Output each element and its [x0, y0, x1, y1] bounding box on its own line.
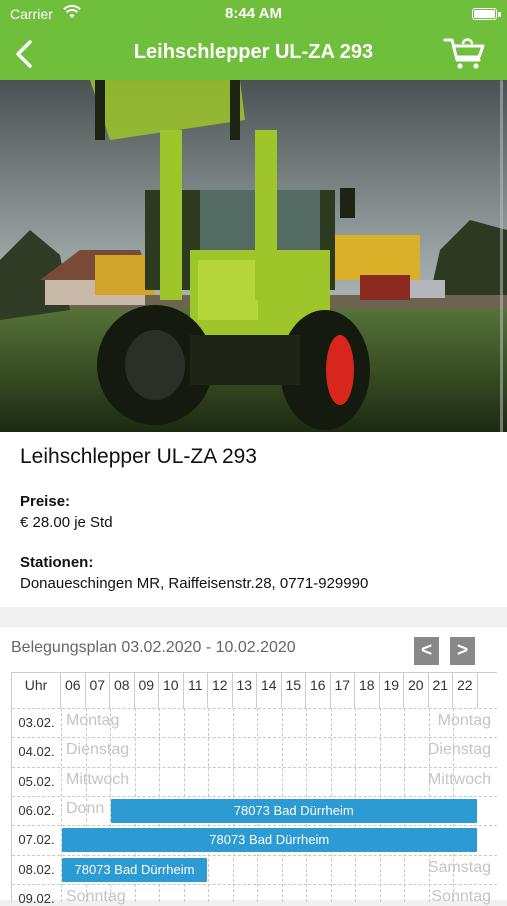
row-date: 09.02. — [18, 890, 55, 906]
hour-header: 14 — [257, 673, 282, 708]
product-info: Leihschlepper UL-ZA 293 Preise: € 28.00 … — [0, 432, 507, 607]
prev-week-button[interactable]: < — [414, 637, 439, 665]
booking-bar[interactable]: 78073 Bad Dürrheim — [111, 798, 477, 823]
row-day-name-right: Sonntag — [431, 887, 491, 905]
row-date: 08.02. — [18, 861, 55, 877]
row-day-name-right: Montag — [437, 712, 491, 729]
grid-row-line — [12, 795, 497, 797]
next-week-button[interactable]: > — [450, 637, 475, 665]
hour-header: 06 — [61, 673, 86, 708]
tractor-photo — [0, 80, 507, 432]
grid-row-line — [12, 737, 497, 739]
schedule-grid: Uhr 06 07 08 09 10 11 12 13 14 15 16 17 18 19 20 21 22 03… — [11, 672, 497, 906]
hour-header: 16 — [306, 673, 331, 708]
row-date: 06.02. — [18, 802, 55, 818]
page-title: Leihschlepper UL-ZA 293 — [133, 41, 374, 63]
hour-header: 19 — [380, 673, 404, 708]
grid-row-line — [12, 854, 497, 856]
row-day-name-left: Donn — [66, 799, 105, 817]
grid-row-line — [12, 825, 497, 827]
row-date: 05.02. — [18, 773, 55, 789]
row-day-name-left: Dienstag — [66, 741, 130, 759]
hour-header: 22 — [453, 673, 478, 708]
row-day-name-right: Dienstag — [427, 741, 491, 759]
hour-header: 21 — [429, 673, 453, 708]
hour-header: 11 — [184, 673, 208, 708]
cart-icon[interactable] — [443, 36, 487, 70]
hour-header: 08 — [110, 673, 135, 708]
hour-header-label: Uhr — [12, 673, 61, 708]
hour-header: 18 — [355, 673, 380, 708]
row-day-name-left: Sonntag — [66, 887, 126, 905]
hour-header: 17 — [331, 673, 355, 708]
booking-schedule: Belegungsplan 03.02.2020 - 10.02.2020 < … — [0, 627, 507, 906]
status-bar: Carrier 8:44 AM — [0, 0, 507, 28]
back-arrow-icon[interactable] — [10, 38, 40, 70]
battery-icon — [472, 8, 497, 20]
grid-row-line — [12, 766, 497, 768]
row-date: 03.02. — [18, 715, 55, 730]
stations-value: Donaueschingen MR, Raiffeisenstr.28, 077… — [20, 575, 369, 592]
row-day-name-left: Mittwoch — [66, 770, 130, 788]
hour-header: 12 — [208, 673, 233, 708]
grid-row-line — [12, 883, 497, 885]
product-name: Leihschlepper UL-ZA 293 — [20, 445, 257, 468]
booking-bar[interactable]: 78073 Bad Dürrheim — [62, 828, 477, 853]
row-day-name-right: Mittwoch — [427, 770, 491, 788]
booking-bar[interactable]: 78073 Bad Dürrheim — [62, 857, 207, 882]
price-value: € 28.00 je Std — [20, 514, 113, 531]
schedule-title: Belegungsplan 03.02.2020 - 10.02.2020 — [11, 639, 296, 656]
hour-header: 13 — [233, 673, 257, 708]
row-day-name-left: Montag — [66, 712, 120, 729]
row-date: 07.02. — [18, 832, 55, 848]
clock: 8:44 AM — [225, 5, 282, 22]
row-date: 04.02. — [18, 744, 55, 760]
hour-header: 09 — [135, 673, 159, 708]
section-divider — [0, 607, 507, 627]
hour-header: 07 — [86, 673, 110, 708]
hour-header: 15 — [282, 673, 306, 708]
hour-header: 10 — [159, 673, 184, 708]
battery-tip — [498, 12, 501, 17]
navigation-bar: Leihschlepper UL-ZA 293 — [0, 28, 507, 80]
hour-header: 20 — [404, 673, 429, 708]
row-day-name-right: Samstag — [427, 858, 491, 876]
price-label: Preise: — [20, 493, 71, 510]
grid-row-line — [12, 708, 497, 709]
stations-label: Stationen: — [20, 554, 94, 571]
